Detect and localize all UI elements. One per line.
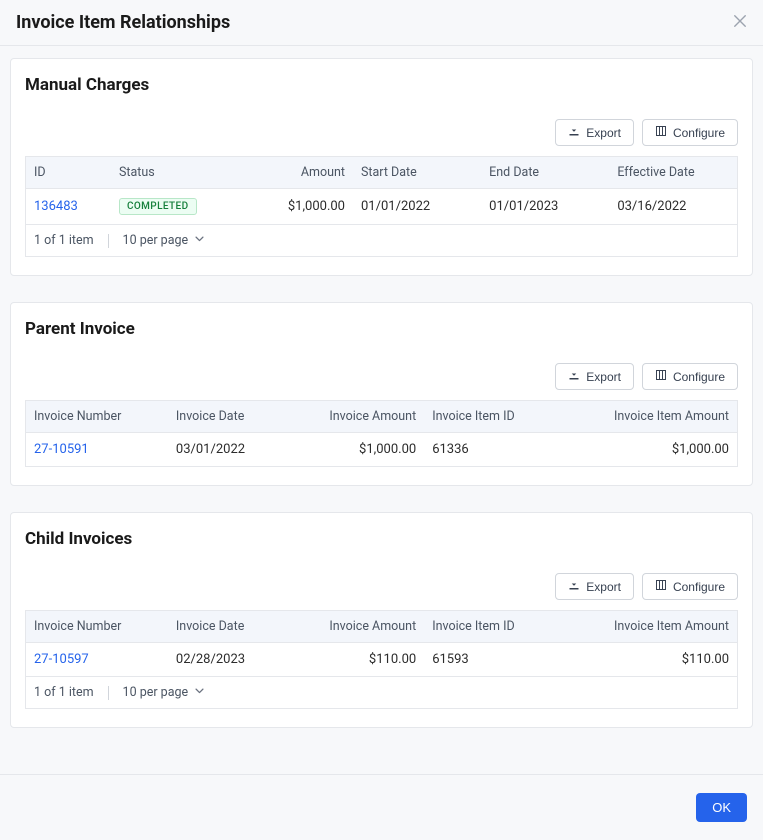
configure-label: Configure [673,126,725,140]
table-header-row: Invoice Number Invoice Date Invoice Amou… [26,611,738,643]
col-start-date: Start Date [353,157,481,189]
per-page-selector[interactable]: 10 per page [123,233,206,248]
table-row: 27-10597 02/28/2023 $110.00 61593 $110.0… [26,643,738,677]
download-icon [568,369,580,384]
configure-button[interactable]: Configure [642,363,738,390]
cell-invoice-date: 02/28/2023 [168,643,282,677]
manual-charges-pager: 1 of 1 item 10 per page [25,225,738,257]
export-button[interactable]: Export [555,363,634,390]
col-invoice-date: Invoice Date [168,611,282,643]
invoice-number-link[interactable]: 27-10591 [34,442,89,457]
configure-label: Configure [673,580,725,594]
parent-invoice-table: Invoice Number Invoice Date Invoice Amou… [25,400,738,467]
cell-start-date: 01/01/2022 [353,189,481,225]
cell-invoice-item-amount: $1,000.00 [559,433,737,467]
child-invoices-table: Invoice Number Invoice Date Invoice Amou… [25,610,738,677]
modal-body: Manual Charges Export Configure [0,46,763,774]
col-end-date: End Date [481,157,609,189]
cell-invoice-item-id: 61336 [424,433,559,467]
download-icon [568,125,580,140]
table-row: 27-10591 03/01/2022 $1,000.00 61336 $1,0… [26,433,738,467]
table-row: 136483 COMPLETED $1,000.00 01/01/2022 01… [26,189,738,225]
parent-invoice-card: Parent Invoice Export Configure [10,302,753,486]
col-status: Status [111,157,225,189]
col-invoice-amount: Invoice Amount [282,611,424,643]
export-button[interactable]: Export [555,573,634,600]
child-invoices-pager: 1 of 1 item 10 per page [25,677,738,709]
configure-label: Configure [673,370,725,384]
col-invoice-item-amount: Invoice Item Amount [559,401,737,433]
per-page-label: 10 per page [123,233,189,248]
download-icon [568,579,580,594]
col-invoice-item-id: Invoice Item ID [424,401,559,433]
child-invoices-card: Child Invoices Export Configure [10,512,753,728]
columns-icon [655,369,667,384]
child-invoices-toolbar: Export Configure [25,573,738,600]
configure-button[interactable]: Configure [642,119,738,146]
col-amount: Amount [225,157,353,189]
col-invoice-date: Invoice Date [168,401,282,433]
modal-footer: OK [0,774,763,840]
cell-effective-date: 03/16/2022 [609,189,737,225]
parent-invoice-toolbar: Export Configure [25,363,738,390]
col-effective-date: Effective Date [609,157,737,189]
table-header-row: ID Status Amount Start Date End Date Eff… [26,157,738,189]
export-label: Export [586,370,621,384]
per-page-selector[interactable]: 10 per page [123,685,206,700]
parent-invoice-title: Parent Invoice [25,319,738,339]
manual-charges-card: Manual Charges Export Configure [10,58,753,276]
cell-end-date: 01/01/2023 [481,189,609,225]
chevron-down-icon [194,685,205,700]
export-button[interactable]: Export [555,119,634,146]
cell-invoice-item-id: 61593 [424,643,559,677]
pager-divider [108,686,109,700]
export-label: Export [586,126,621,140]
manual-charges-table: ID Status Amount Start Date End Date Eff… [25,156,738,225]
invoice-number-link[interactable]: 27-10597 [34,652,89,667]
pager-summary: 1 of 1 item [34,685,94,700]
child-invoices-title: Child Invoices [25,529,738,549]
col-id: ID [26,157,111,189]
charge-id-link[interactable]: 136483 [34,199,78,214]
manual-charges-toolbar: Export Configure [25,119,738,146]
modal-title: Invoice Item Relationships [16,12,230,33]
pager-summary: 1 of 1 item [34,233,94,248]
per-page-label: 10 per page [123,685,189,700]
cell-invoice-amount: $1,000.00 [282,433,424,467]
cell-invoice-date: 03/01/2022 [168,433,282,467]
pager-divider [108,234,109,248]
columns-icon [655,125,667,140]
close-icon [733,15,747,32]
col-invoice-amount: Invoice Amount [282,401,424,433]
cell-invoice-item-amount: $110.00 [559,643,737,677]
table-header-row: Invoice Number Invoice Date Invoice Amou… [26,401,738,433]
configure-button[interactable]: Configure [642,573,738,600]
export-label: Export [586,580,621,594]
columns-icon [655,579,667,594]
ok-button[interactable]: OK [696,793,747,822]
col-invoice-number: Invoice Number [26,611,168,643]
close-button[interactable] [733,14,747,32]
col-invoice-number: Invoice Number [26,401,168,433]
status-badge: COMPLETED [119,198,197,215]
manual-charges-title: Manual Charges [25,75,738,95]
col-invoice-item-id: Invoice Item ID [424,611,559,643]
col-invoice-item-amount: Invoice Item Amount [559,611,737,643]
modal-header: Invoice Item Relationships [0,0,763,46]
cell-invoice-amount: $110.00 [282,643,424,677]
modal: Invoice Item Relationships Manual Charge… [0,0,763,840]
cell-amount: $1,000.00 [225,189,353,225]
chevron-down-icon [194,233,205,248]
